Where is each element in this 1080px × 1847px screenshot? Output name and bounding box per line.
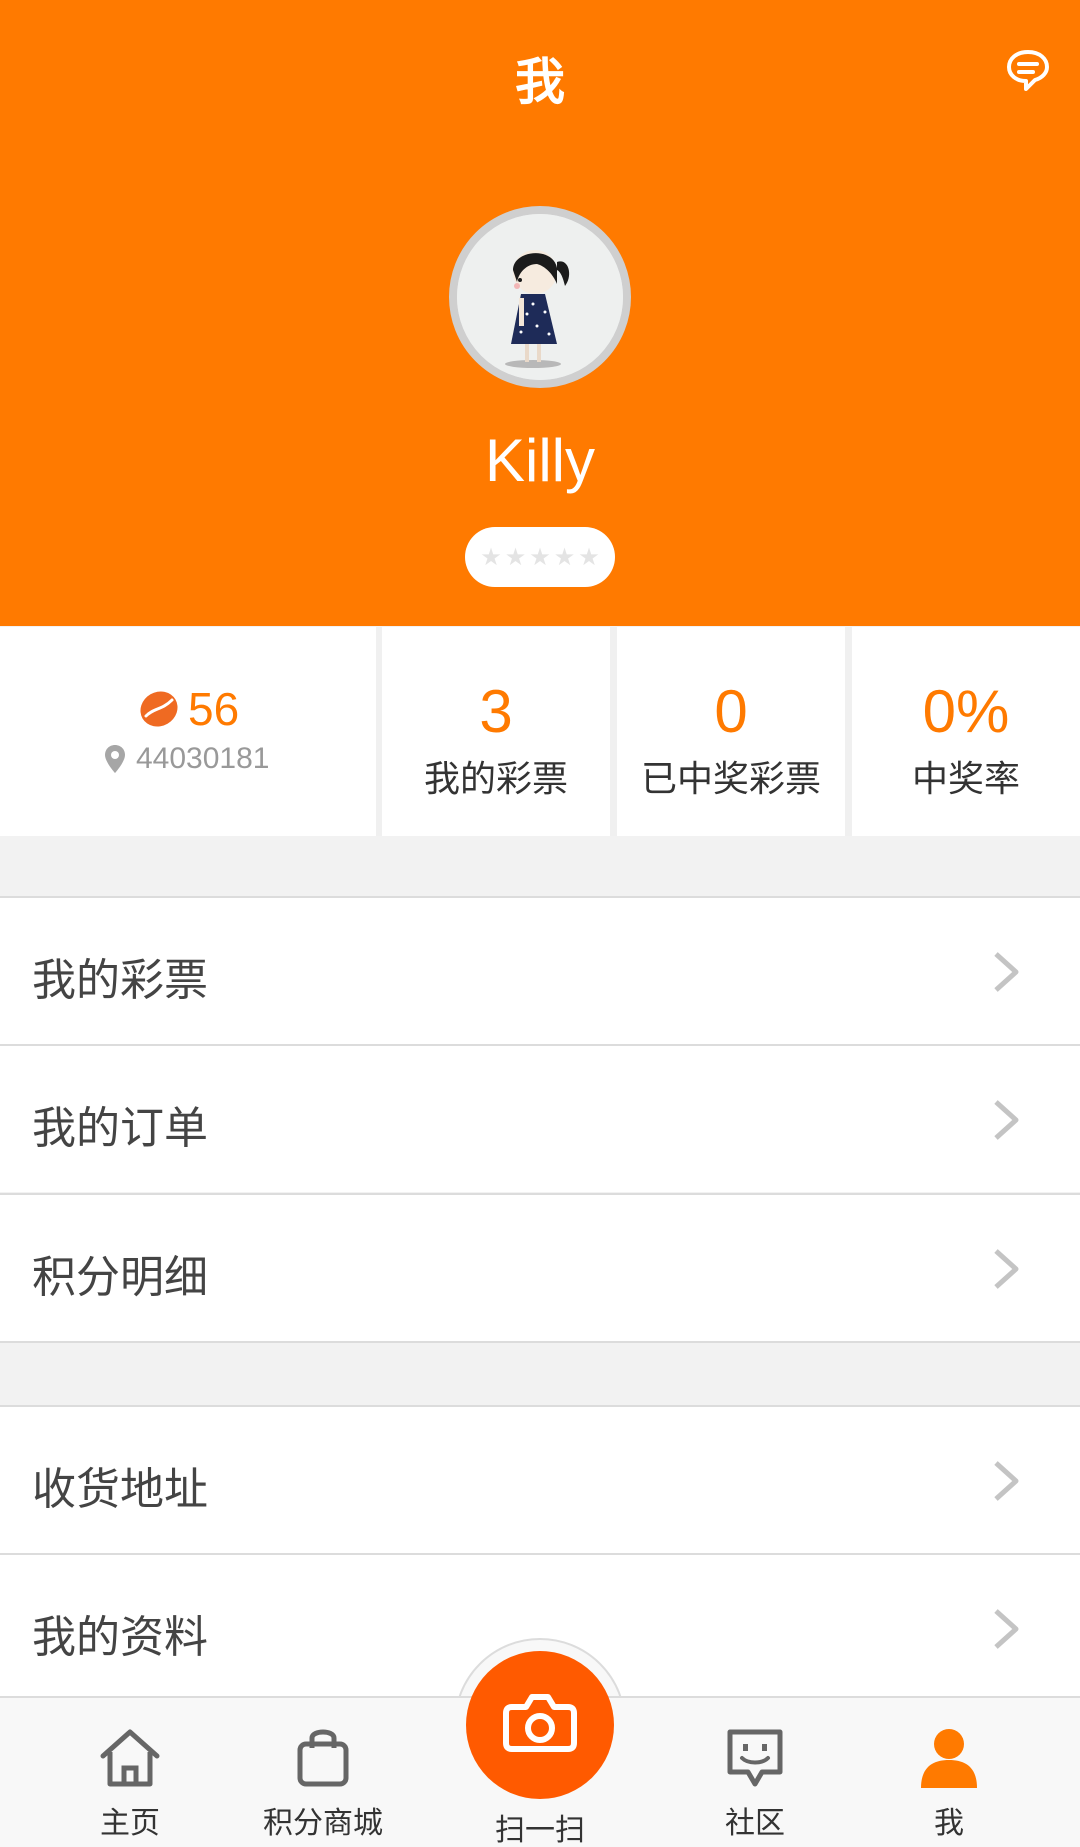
star-icon: ★ bbox=[529, 543, 551, 571]
rating-stars: ★ ★ ★ ★ ★ bbox=[465, 527, 615, 587]
chevron-right-icon bbox=[994, 1100, 1019, 1140]
avatar[interactable] bbox=[449, 206, 631, 388]
menu-item-label: 收货地址 bbox=[32, 1464, 208, 1515]
tab-label: 积分商城 bbox=[263, 1806, 383, 1841]
stats-bar: 56 3 我的彩票 0 已中奖彩票 0% 中奖率 bbox=[0, 627, 1080, 836]
menu-item-label: 我的订单 bbox=[32, 1103, 208, 1154]
star-icon: ★ bbox=[578, 543, 600, 571]
scan-button[interactable] bbox=[466, 1651, 614, 1799]
stat-my-lottery[interactable]: 3 我的彩票 bbox=[382, 627, 610, 836]
tab-home[interactable]: 主页 bbox=[55, 1698, 205, 1847]
star-icon: ★ bbox=[553, 543, 576, 571]
stat-label: 中奖率 bbox=[911, 759, 1020, 800]
page-title: 我 bbox=[515, 53, 565, 111]
coin-icon bbox=[140, 691, 178, 727]
chat-bubble-icon[interactable] bbox=[1004, 46, 1052, 94]
shopping-bag-icon bbox=[297, 1729, 349, 1787]
tab-me[interactable]: 我 bbox=[874, 1698, 1024, 1847]
home-icon bbox=[100, 1729, 160, 1787]
star-icon: ★ bbox=[480, 543, 502, 571]
menu-item-my-lottery[interactable]: 我的彩票 bbox=[0, 896, 1080, 1044]
menu-item-shipping-address[interactable]: 收货地址 bbox=[0, 1405, 1080, 1553]
stat-label: 已中奖彩票 bbox=[640, 759, 821, 800]
avatar-girl-image bbox=[457, 214, 623, 380]
points-stat[interactable]: 56 bbox=[0, 627, 376, 836]
community-icon bbox=[727, 1729, 783, 1787]
stat-label: 我的彩票 bbox=[423, 759, 568, 800]
menu-item-label: 我的资料 bbox=[32, 1612, 208, 1663]
location-row: 44030181 bbox=[104, 742, 269, 776]
stat-value: 0% bbox=[922, 678, 1010, 745]
stat-win-rate[interactable]: 0% 中奖率 bbox=[852, 627, 1080, 836]
menu-item-label: 积分明细 bbox=[32, 1252, 208, 1303]
chevron-right-icon bbox=[994, 952, 1019, 992]
points-value: 56 bbox=[188, 683, 240, 735]
chevron-right-icon bbox=[994, 1461, 1019, 1501]
person-icon bbox=[921, 1729, 977, 1788]
scan-label: 扫一扫 bbox=[495, 1813, 585, 1847]
menu-item-label: 我的彩票 bbox=[32, 955, 208, 1006]
points-row: 56 bbox=[138, 682, 239, 736]
stat-won-lottery[interactable]: 0 已中奖彩票 bbox=[617, 627, 845, 836]
location-code: 44030181 bbox=[136, 742, 270, 775]
username: Killy bbox=[484, 427, 595, 494]
camera-icon bbox=[503, 1694, 577, 1752]
menu-item-points-detail[interactable]: 积分明细 bbox=[0, 1193, 1080, 1343]
chevron-right-icon bbox=[994, 1609, 1019, 1649]
menu-item-my-orders[interactable]: 我的订单 bbox=[0, 1044, 1080, 1192]
star-icon: ★ bbox=[504, 543, 527, 571]
tab-label: 我 bbox=[934, 1806, 964, 1841]
location-pin-icon bbox=[105, 745, 125, 773]
stat-value: 3 bbox=[479, 678, 513, 745]
tab-community[interactable]: 社区 bbox=[680, 1698, 830, 1847]
stat-value: 0 bbox=[714, 678, 748, 745]
chevron-right-icon bbox=[994, 1249, 1019, 1289]
tab-label: 社区 bbox=[725, 1806, 785, 1841]
tab-label: 主页 bbox=[100, 1806, 160, 1841]
tab-points-mall[interactable]: 积分商城 bbox=[248, 1698, 398, 1847]
profile-header: 我 Killy ★ ★ ★ ★ ★ bbox=[0, 0, 1080, 626]
